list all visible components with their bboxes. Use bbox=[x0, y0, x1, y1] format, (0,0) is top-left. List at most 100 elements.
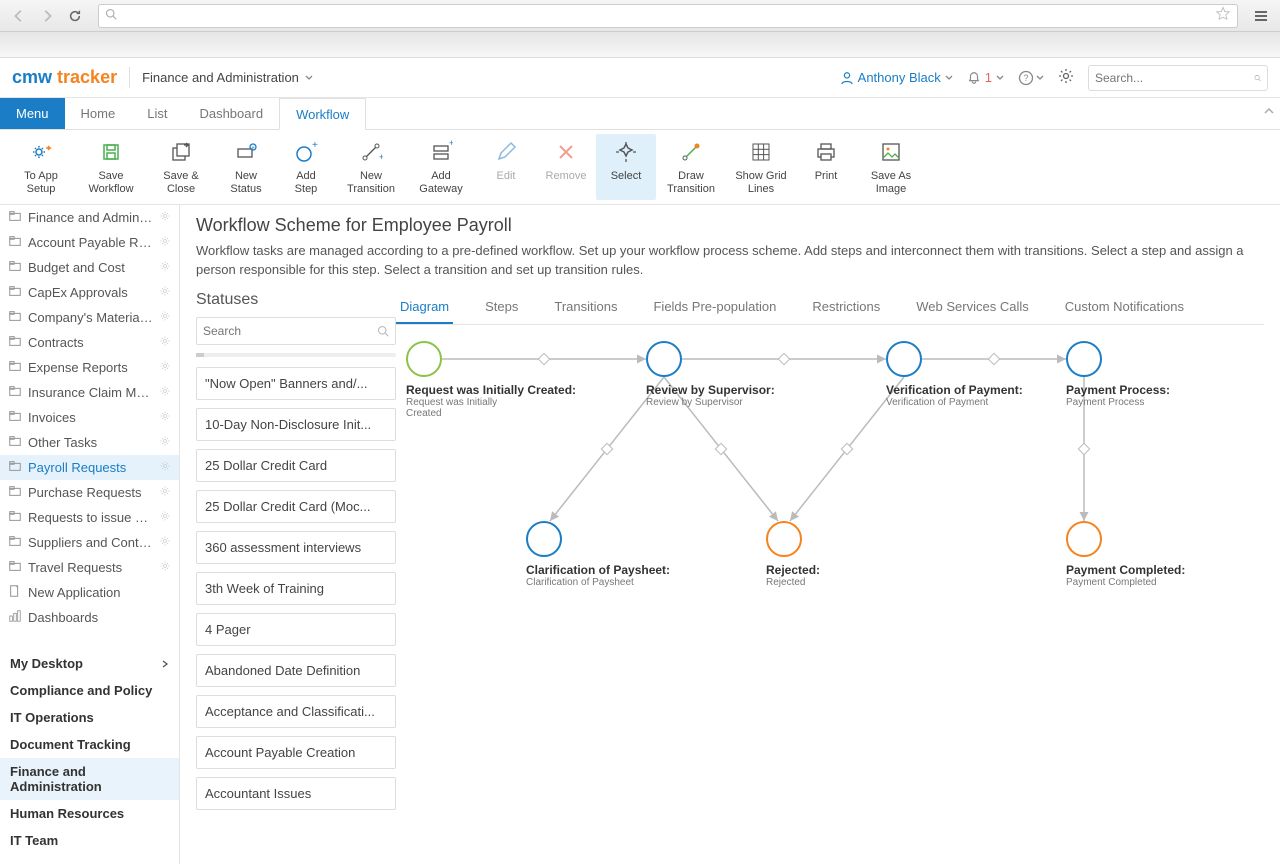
notifications[interactable]: 1 bbox=[967, 70, 1004, 85]
tool-remove[interactable]: Remove bbox=[536, 134, 596, 200]
global-search[interactable] bbox=[1088, 65, 1268, 91]
tool-draw-transition[interactable]: DrawTransition bbox=[656, 134, 726, 200]
tool-grid[interactable]: Show GridLines bbox=[726, 134, 796, 200]
tool-new-status[interactable]: +NewStatus bbox=[216, 134, 276, 200]
sidebar-item[interactable]: Dashboards bbox=[0, 605, 179, 630]
collapse-nav-icon[interactable] bbox=[1264, 104, 1274, 119]
create-workspace[interactable]: + Create Workspace bbox=[0, 854, 179, 864]
nav-list[interactable]: List bbox=[131, 98, 183, 129]
statuses-scrollbar[interactable] bbox=[196, 353, 396, 357]
workflow-node[interactable]: Payment Process:Payment Process bbox=[1066, 341, 1170, 408]
sidebar-item[interactable]: New Application bbox=[0, 580, 179, 605]
sidebar-group[interactable]: Finance and Administration bbox=[0, 758, 179, 800]
gear-icon[interactable] bbox=[159, 260, 171, 275]
forward-button[interactable] bbox=[36, 5, 58, 27]
gear-icon[interactable] bbox=[159, 435, 171, 450]
sidebar-item[interactable]: Requests to issue M... bbox=[0, 505, 179, 530]
status-card[interactable]: 10-Day Non-Disclosure Init... bbox=[196, 408, 396, 441]
tool-new-transition[interactable]: +NewTransition bbox=[336, 134, 406, 200]
url-input[interactable] bbox=[123, 9, 1209, 23]
nav-dashboard[interactable]: Dashboard bbox=[183, 98, 279, 129]
tool-add-step[interactable]: +AddStep bbox=[276, 134, 336, 200]
sidebar-item[interactable]: Other Tasks bbox=[0, 430, 179, 455]
status-card[interactable]: 360 assessment interviews bbox=[196, 531, 396, 564]
back-button[interactable] bbox=[8, 5, 30, 27]
gear-icon[interactable] bbox=[159, 535, 171, 550]
tool-print[interactable]: Print bbox=[796, 134, 856, 200]
sidebar-item[interactable]: Payroll Requests bbox=[0, 455, 179, 480]
tool-select[interactable]: Select bbox=[596, 134, 656, 200]
workspace-selector[interactable]: Finance and Administration bbox=[142, 70, 313, 85]
sidebar-group[interactable]: IT Operations bbox=[0, 704, 179, 731]
status-card[interactable]: 3th Week of Training bbox=[196, 572, 396, 605]
gear-icon[interactable] bbox=[159, 410, 171, 425]
workflow-circle[interactable] bbox=[886, 341, 922, 377]
settings-gear[interactable] bbox=[1058, 68, 1074, 87]
workflow-circle[interactable] bbox=[526, 521, 562, 557]
status-card[interactable]: Account Payable Creation bbox=[196, 736, 396, 769]
workflow-circle[interactable] bbox=[1066, 341, 1102, 377]
sidebar-item[interactable]: CapEx Approvals bbox=[0, 280, 179, 305]
subtab-restrictions[interactable]: Restrictions bbox=[808, 291, 884, 324]
gear-icon[interactable] bbox=[159, 485, 171, 500]
global-search-input[interactable] bbox=[1095, 71, 1250, 85]
help-menu[interactable]: ? bbox=[1018, 70, 1044, 86]
subtab-transitions[interactable]: Transitions bbox=[550, 291, 621, 324]
gear-icon[interactable] bbox=[159, 510, 171, 525]
gear-icon[interactable] bbox=[159, 285, 171, 300]
gear-icon[interactable] bbox=[159, 360, 171, 375]
subtab-diagram[interactable]: Diagram bbox=[396, 291, 453, 324]
sidebar-item[interactable]: Insurance Claim Ma... bbox=[0, 380, 179, 405]
gear-icon[interactable] bbox=[159, 335, 171, 350]
subtab-custom-notifications[interactable]: Custom Notifications bbox=[1061, 291, 1188, 324]
statuses-search[interactable] bbox=[196, 317, 396, 345]
status-card[interactable]: "Now Open" Banners and/... bbox=[196, 367, 396, 400]
tool-add-gateway[interactable]: +AddGateway bbox=[406, 134, 476, 200]
workflow-circle[interactable] bbox=[766, 521, 802, 557]
sidebar-item[interactable]: Suppliers and Contr... bbox=[0, 530, 179, 555]
workflow-node[interactable]: Payment Completed:Payment Completed bbox=[1066, 521, 1185, 588]
subtab-steps[interactable]: Steps bbox=[481, 291, 522, 324]
gear-icon[interactable] bbox=[159, 385, 171, 400]
workflow-diagram[interactable]: Request was Initially Created:Request wa… bbox=[396, 341, 1264, 641]
workflow-circle[interactable] bbox=[406, 341, 442, 377]
sidebar-group[interactable]: Human Resources bbox=[0, 800, 179, 827]
sidebar-item[interactable]: Purchase Requests bbox=[0, 480, 179, 505]
sidebar-group[interactable]: IT Team bbox=[0, 827, 179, 854]
sidebar-item[interactable]: Invoices bbox=[0, 405, 179, 430]
bookmark-icon[interactable] bbox=[1215, 6, 1231, 25]
gear-icon[interactable] bbox=[159, 210, 171, 225]
workflow-node[interactable]: Review by Supervisor:Review by Superviso… bbox=[646, 341, 775, 408]
workflow-node[interactable]: Clarification of Paysheet:Clarification … bbox=[526, 521, 670, 588]
gear-icon[interactable] bbox=[159, 560, 171, 575]
workflow-node[interactable]: Request was Initially Created:Request wa… bbox=[406, 341, 576, 419]
sidebar-group[interactable]: My Desktop bbox=[0, 650, 179, 677]
reload-button[interactable] bbox=[64, 5, 86, 27]
tool-gear-arrow[interactable]: To AppSetup bbox=[6, 134, 76, 200]
status-card[interactable]: Accountant Issues bbox=[196, 777, 396, 810]
sidebar-item[interactable]: Contracts bbox=[0, 330, 179, 355]
nav-workflow[interactable]: Workflow bbox=[279, 98, 366, 130]
status-card[interactable]: Acceptance and Classificati... bbox=[196, 695, 396, 728]
browser-menu-icon[interactable] bbox=[1250, 5, 1272, 27]
nav-home[interactable]: Home bbox=[65, 98, 132, 129]
status-card[interactable]: 4 Pager bbox=[196, 613, 396, 646]
tool-save[interactable]: SaveWorkflow bbox=[76, 134, 146, 200]
sidebar-item[interactable]: Company's Material ... bbox=[0, 305, 179, 330]
workflow-circle[interactable] bbox=[646, 341, 682, 377]
sidebar-group[interactable]: Document Tracking bbox=[0, 731, 179, 758]
gear-icon[interactable] bbox=[159, 460, 171, 475]
status-card[interactable]: 25 Dollar Credit Card (Moc... bbox=[196, 490, 396, 523]
gear-icon[interactable] bbox=[159, 235, 171, 250]
workflow-circle[interactable] bbox=[1066, 521, 1102, 557]
tool-save-close[interactable]: Save &Close bbox=[146, 134, 216, 200]
nav-menu[interactable]: Menu bbox=[0, 98, 65, 129]
sidebar-item[interactable]: Travel Requests bbox=[0, 555, 179, 580]
workflow-node[interactable]: Rejected:Rejected bbox=[766, 521, 820, 588]
tool-save-image[interactable]: Save AsImage bbox=[856, 134, 926, 200]
sidebar-item[interactable]: Account Payable Req... bbox=[0, 230, 179, 255]
user-menu[interactable]: Anthony Black bbox=[840, 70, 953, 85]
subtab-fields-pre-population[interactable]: Fields Pre-population bbox=[649, 291, 780, 324]
status-card[interactable]: Abandoned Date Definition bbox=[196, 654, 396, 687]
statuses-search-input[interactable] bbox=[203, 324, 373, 338]
